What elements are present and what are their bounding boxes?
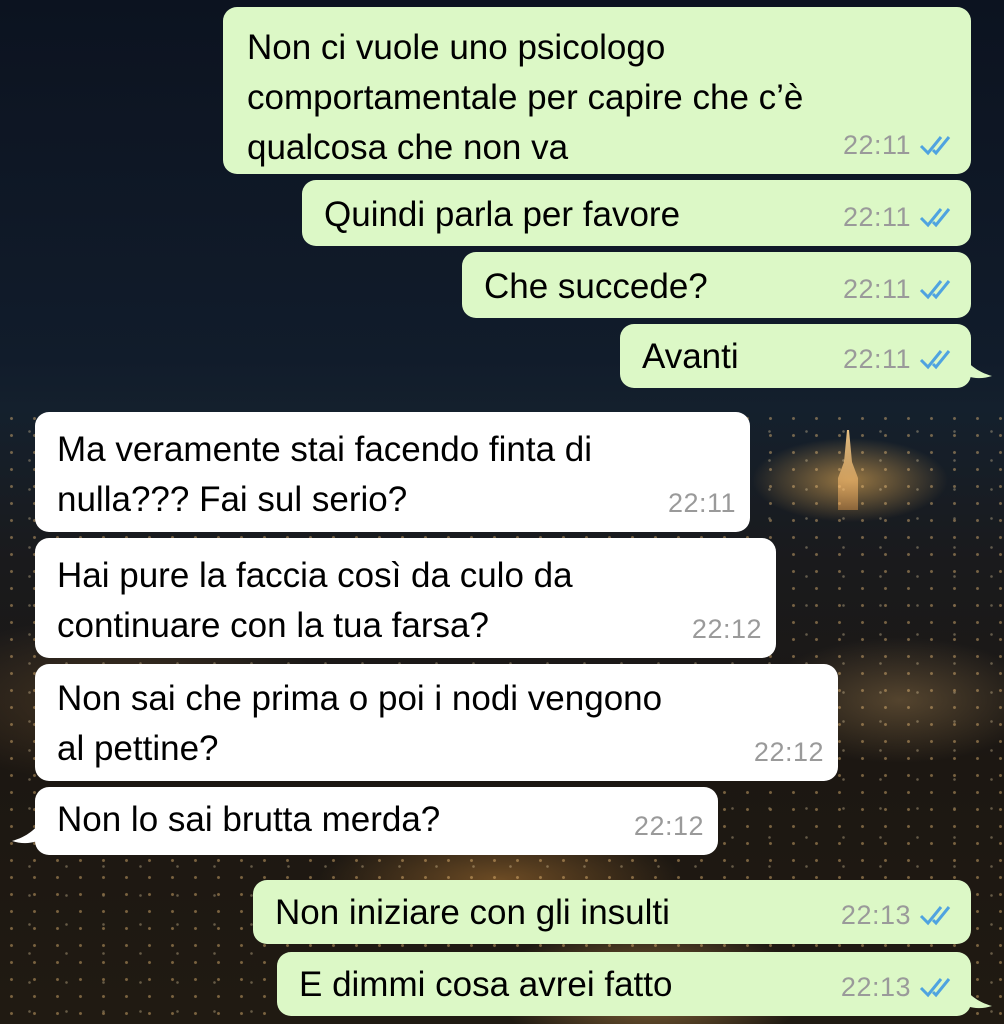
bubble-tail-icon (960, 350, 992, 379)
message-text: Non ci vuole uno psicologo comportamenta… (247, 28, 804, 167)
outgoing-message-bubble[interactable]: Quindi parla per favore 22:11 (302, 180, 971, 246)
message-timestamp: 22:11 (667, 488, 736, 518)
bubble-tail-icon (12, 815, 44, 844)
message-timestamp: 22:13 (840, 972, 911, 1002)
message-text: E dimmi cosa avrei fatto (299, 965, 673, 1004)
message-meta: 22:11 (843, 264, 959, 314)
message-meta: 22:12 (754, 727, 824, 777)
message-meta: 22:13 (841, 962, 959, 1012)
read-double-tick-icon (919, 205, 959, 229)
message-text: Avanti (642, 337, 739, 376)
read-double-tick-icon (919, 903, 959, 927)
read-double-tick-icon (919, 277, 959, 301)
message-timestamp: 22:11 (842, 130, 911, 160)
message-timestamp: 22:13 (840, 900, 911, 930)
outgoing-message-bubble[interactable]: E dimmi cosa avrei fatto 22:13 (277, 952, 971, 1016)
message-timestamp: 22:11 (842, 344, 911, 374)
message-timestamp: 22:12 (753, 737, 824, 767)
incoming-message-bubble[interactable]: Hai pure la faccia così da culo da conti… (35, 538, 776, 658)
read-double-tick-icon (919, 133, 959, 157)
message-meta: 22:12 (692, 604, 762, 654)
message-timestamp: 22:12 (633, 811, 704, 841)
message-text: Che succede? (484, 267, 708, 306)
message-meta: 22:13 (841, 890, 959, 940)
message-timestamp: 22:11 (842, 202, 911, 232)
message-meta: 22:12 (634, 801, 704, 851)
outgoing-message-bubble[interactable]: Non ci vuole uno psicologo comportamenta… (223, 7, 971, 174)
message-meta: 22:11 (843, 192, 959, 242)
message-text: Ma veramente stai facendo finta di nulla… (57, 430, 593, 519)
incoming-message-bubble[interactable]: Ma veramente stai facendo finta di nulla… (35, 412, 750, 532)
outgoing-message-bubble[interactable]: Non iniziare con gli insulti 22:13 (253, 880, 971, 944)
read-double-tick-icon (919, 347, 959, 371)
message-timestamp: 22:11 (842, 274, 911, 304)
outgoing-message-bubble[interactable]: Che succede? 22:11 (462, 252, 971, 318)
message-text: Non lo sai brutta merda? (57, 800, 441, 839)
read-double-tick-icon (919, 975, 959, 999)
message-meta: 22:11 (668, 478, 736, 528)
incoming-message-bubble[interactable]: Non lo sai brutta merda? 22:12 (35, 787, 718, 855)
message-text: Non sai che prima o poi i nodi vengono a… (57, 679, 663, 768)
outgoing-message-bubble[interactable]: Avanti 22:11 (620, 324, 971, 388)
message-text: Non iniziare con gli insulti (275, 893, 670, 932)
message-text: Hai pure la faccia così da culo da conti… (57, 556, 573, 645)
incoming-message-bubble[interactable]: Non sai che prima o poi i nodi vengono a… (35, 664, 838, 781)
message-timestamp: 22:12 (691, 614, 762, 644)
message-text: Quindi parla per favore (324, 195, 681, 234)
message-meta: 22:11 (843, 334, 959, 384)
bubble-tail-icon (960, 980, 992, 1009)
message-meta: 22:11 (843, 120, 959, 170)
